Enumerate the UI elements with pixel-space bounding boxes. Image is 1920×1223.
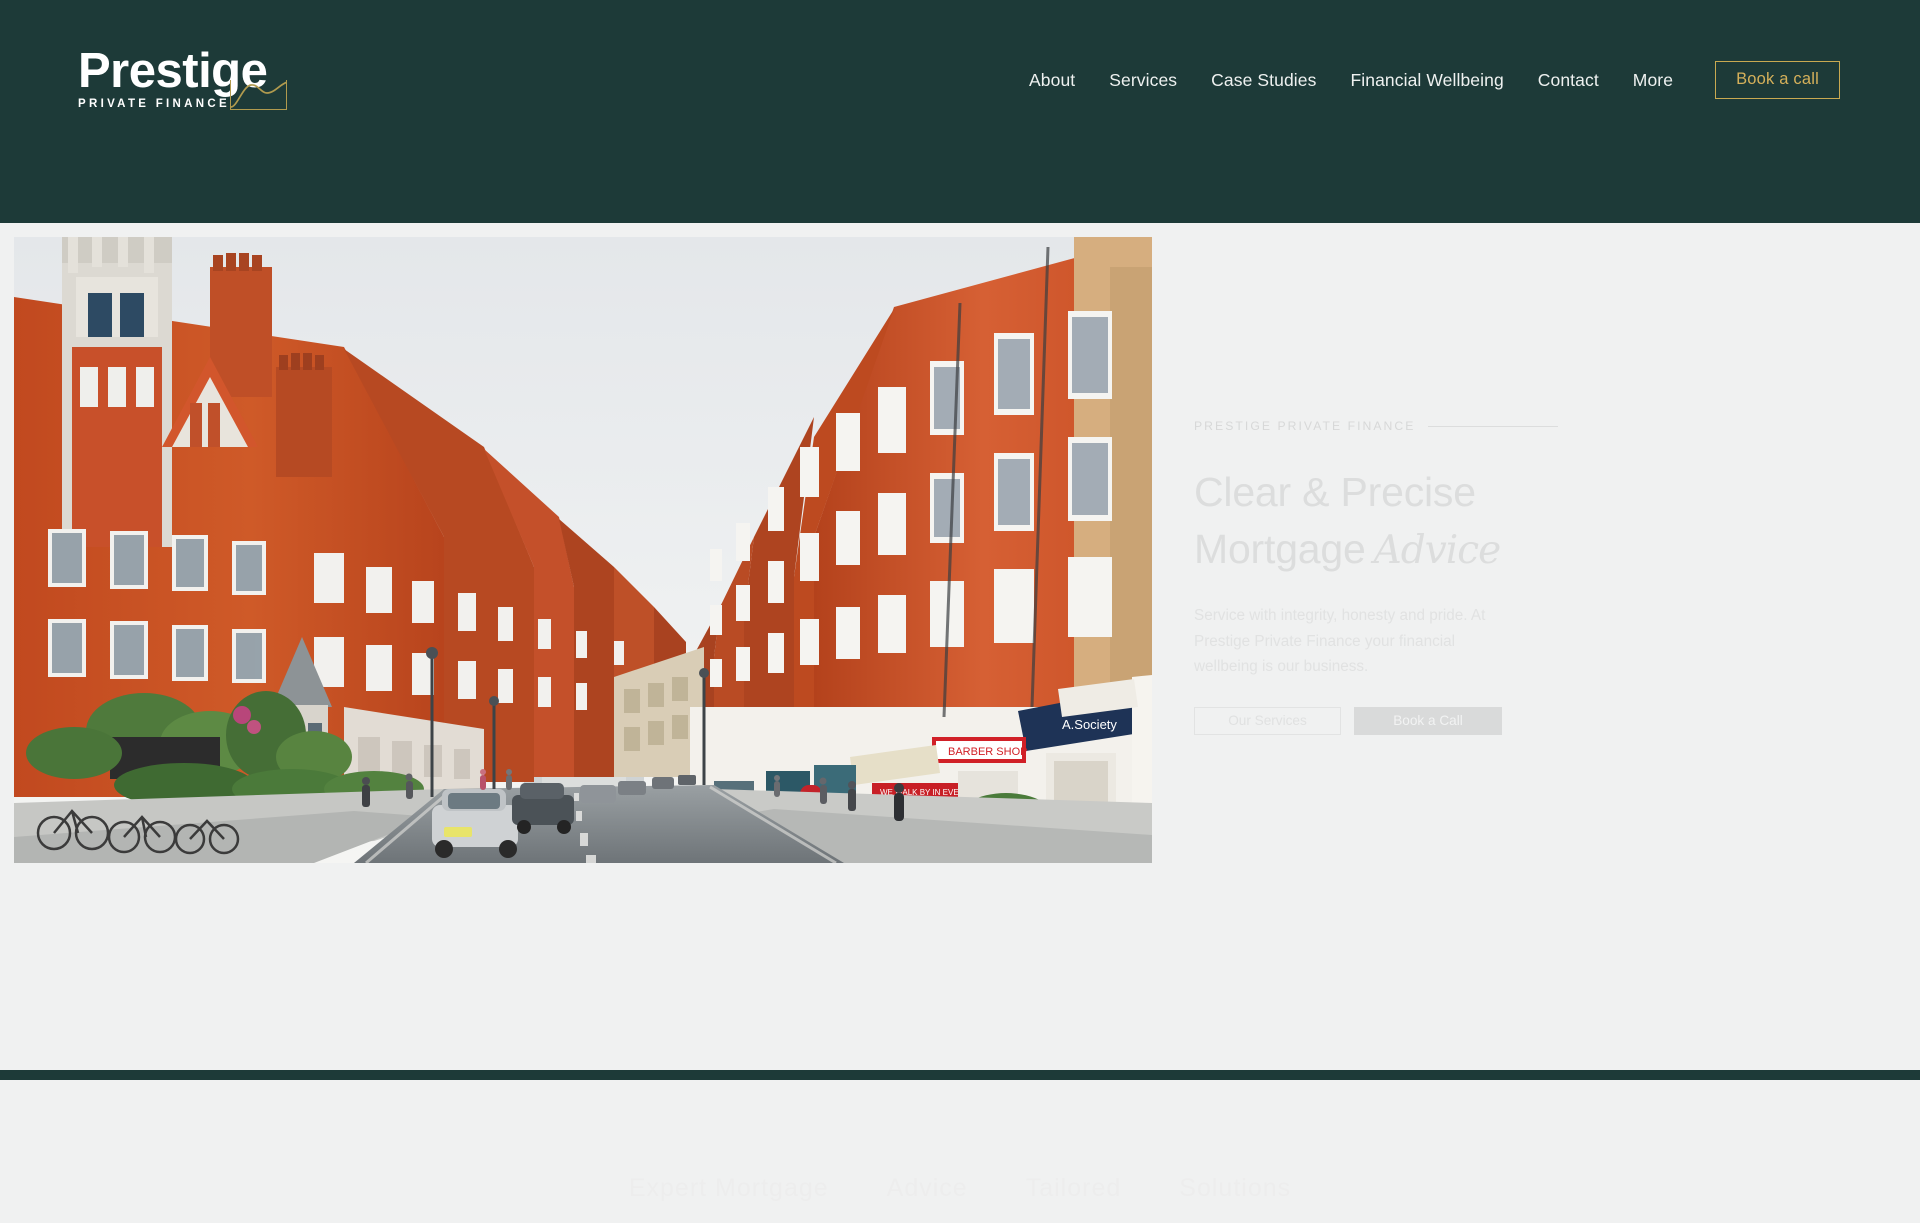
svg-text:BARBER SHOP: BARBER SHOP xyxy=(948,746,1027,758)
nav-item-services[interactable]: Services xyxy=(1109,70,1177,91)
faint-item-3: Tailored xyxy=(1025,1173,1122,1202)
faint-item-2: Advice xyxy=(886,1173,968,1202)
site-logo[interactable]: Prestige PRIVATE FINANCE xyxy=(78,46,287,112)
hero-eyebrow-row: PRESTIGE PRIVATE FINANCE xyxy=(1194,418,1559,434)
hero-button-group: Our Services Book a Call xyxy=(1194,706,1554,735)
nav-item-contact[interactable]: Contact xyxy=(1538,70,1599,91)
eyebrow-divider xyxy=(1428,425,1559,427)
nav-item-financial-wellbeing[interactable]: Financial Wellbeing xyxy=(1350,70,1503,91)
our-services-button[interactable]: Our Services xyxy=(1194,706,1341,735)
hero-copy: PRESTIGE PRIVATE FINANCE Clear & Precise… xyxy=(1194,418,1559,735)
main-navigation: About Services Case Studies Financial We… xyxy=(1029,60,1920,100)
faint-loading-strip: Expert Mortgage Advice Tailored Solution… xyxy=(0,1153,1920,1223)
site-footer-strip xyxy=(0,1070,1920,1080)
nav-item-about[interactable]: About xyxy=(1029,70,1075,91)
hero-headline-line-2: Mortgage Advice xyxy=(1194,521,1554,579)
crown-arch-mark-icon xyxy=(230,80,287,110)
hero-eyebrow: PRESTIGE PRIVATE FINANCE xyxy=(1194,419,1416,433)
book-a-call-button[interactable]: Book a call xyxy=(1715,61,1840,99)
svg-text:A.Society: A.Society xyxy=(1062,717,1117,732)
nav-item-more[interactable]: More xyxy=(1633,70,1673,91)
site-header: Prestige PRIVATE FINANCE About Services … xyxy=(0,0,1920,223)
faint-item-4: Solutions xyxy=(1179,1173,1292,1202)
hero-headline-script-word: Advice xyxy=(1373,528,1502,573)
hero-street-photo: A.Society BARBER SHOP WE WALK BY IN EVER… xyxy=(14,237,1152,863)
hero-headline-line-1: Clear & Precise xyxy=(1194,469,1476,515)
hero-headline-word: Mortgage xyxy=(1194,526,1366,572)
hero-section: A.Society BARBER SHOP WE WALK BY IN EVER… xyxy=(0,223,1920,1202)
hero-body-text: Service with integrity, honesty and prid… xyxy=(1194,607,1486,675)
faint-item-1: Expert Mortgage xyxy=(628,1173,829,1202)
nav-item-case-studies[interactable]: Case Studies xyxy=(1211,70,1316,91)
hero-headline: Clear & Precise Mortgage Advice xyxy=(1194,464,1554,579)
book-a-call-hero-button[interactable]: Book a Call xyxy=(1354,706,1502,735)
